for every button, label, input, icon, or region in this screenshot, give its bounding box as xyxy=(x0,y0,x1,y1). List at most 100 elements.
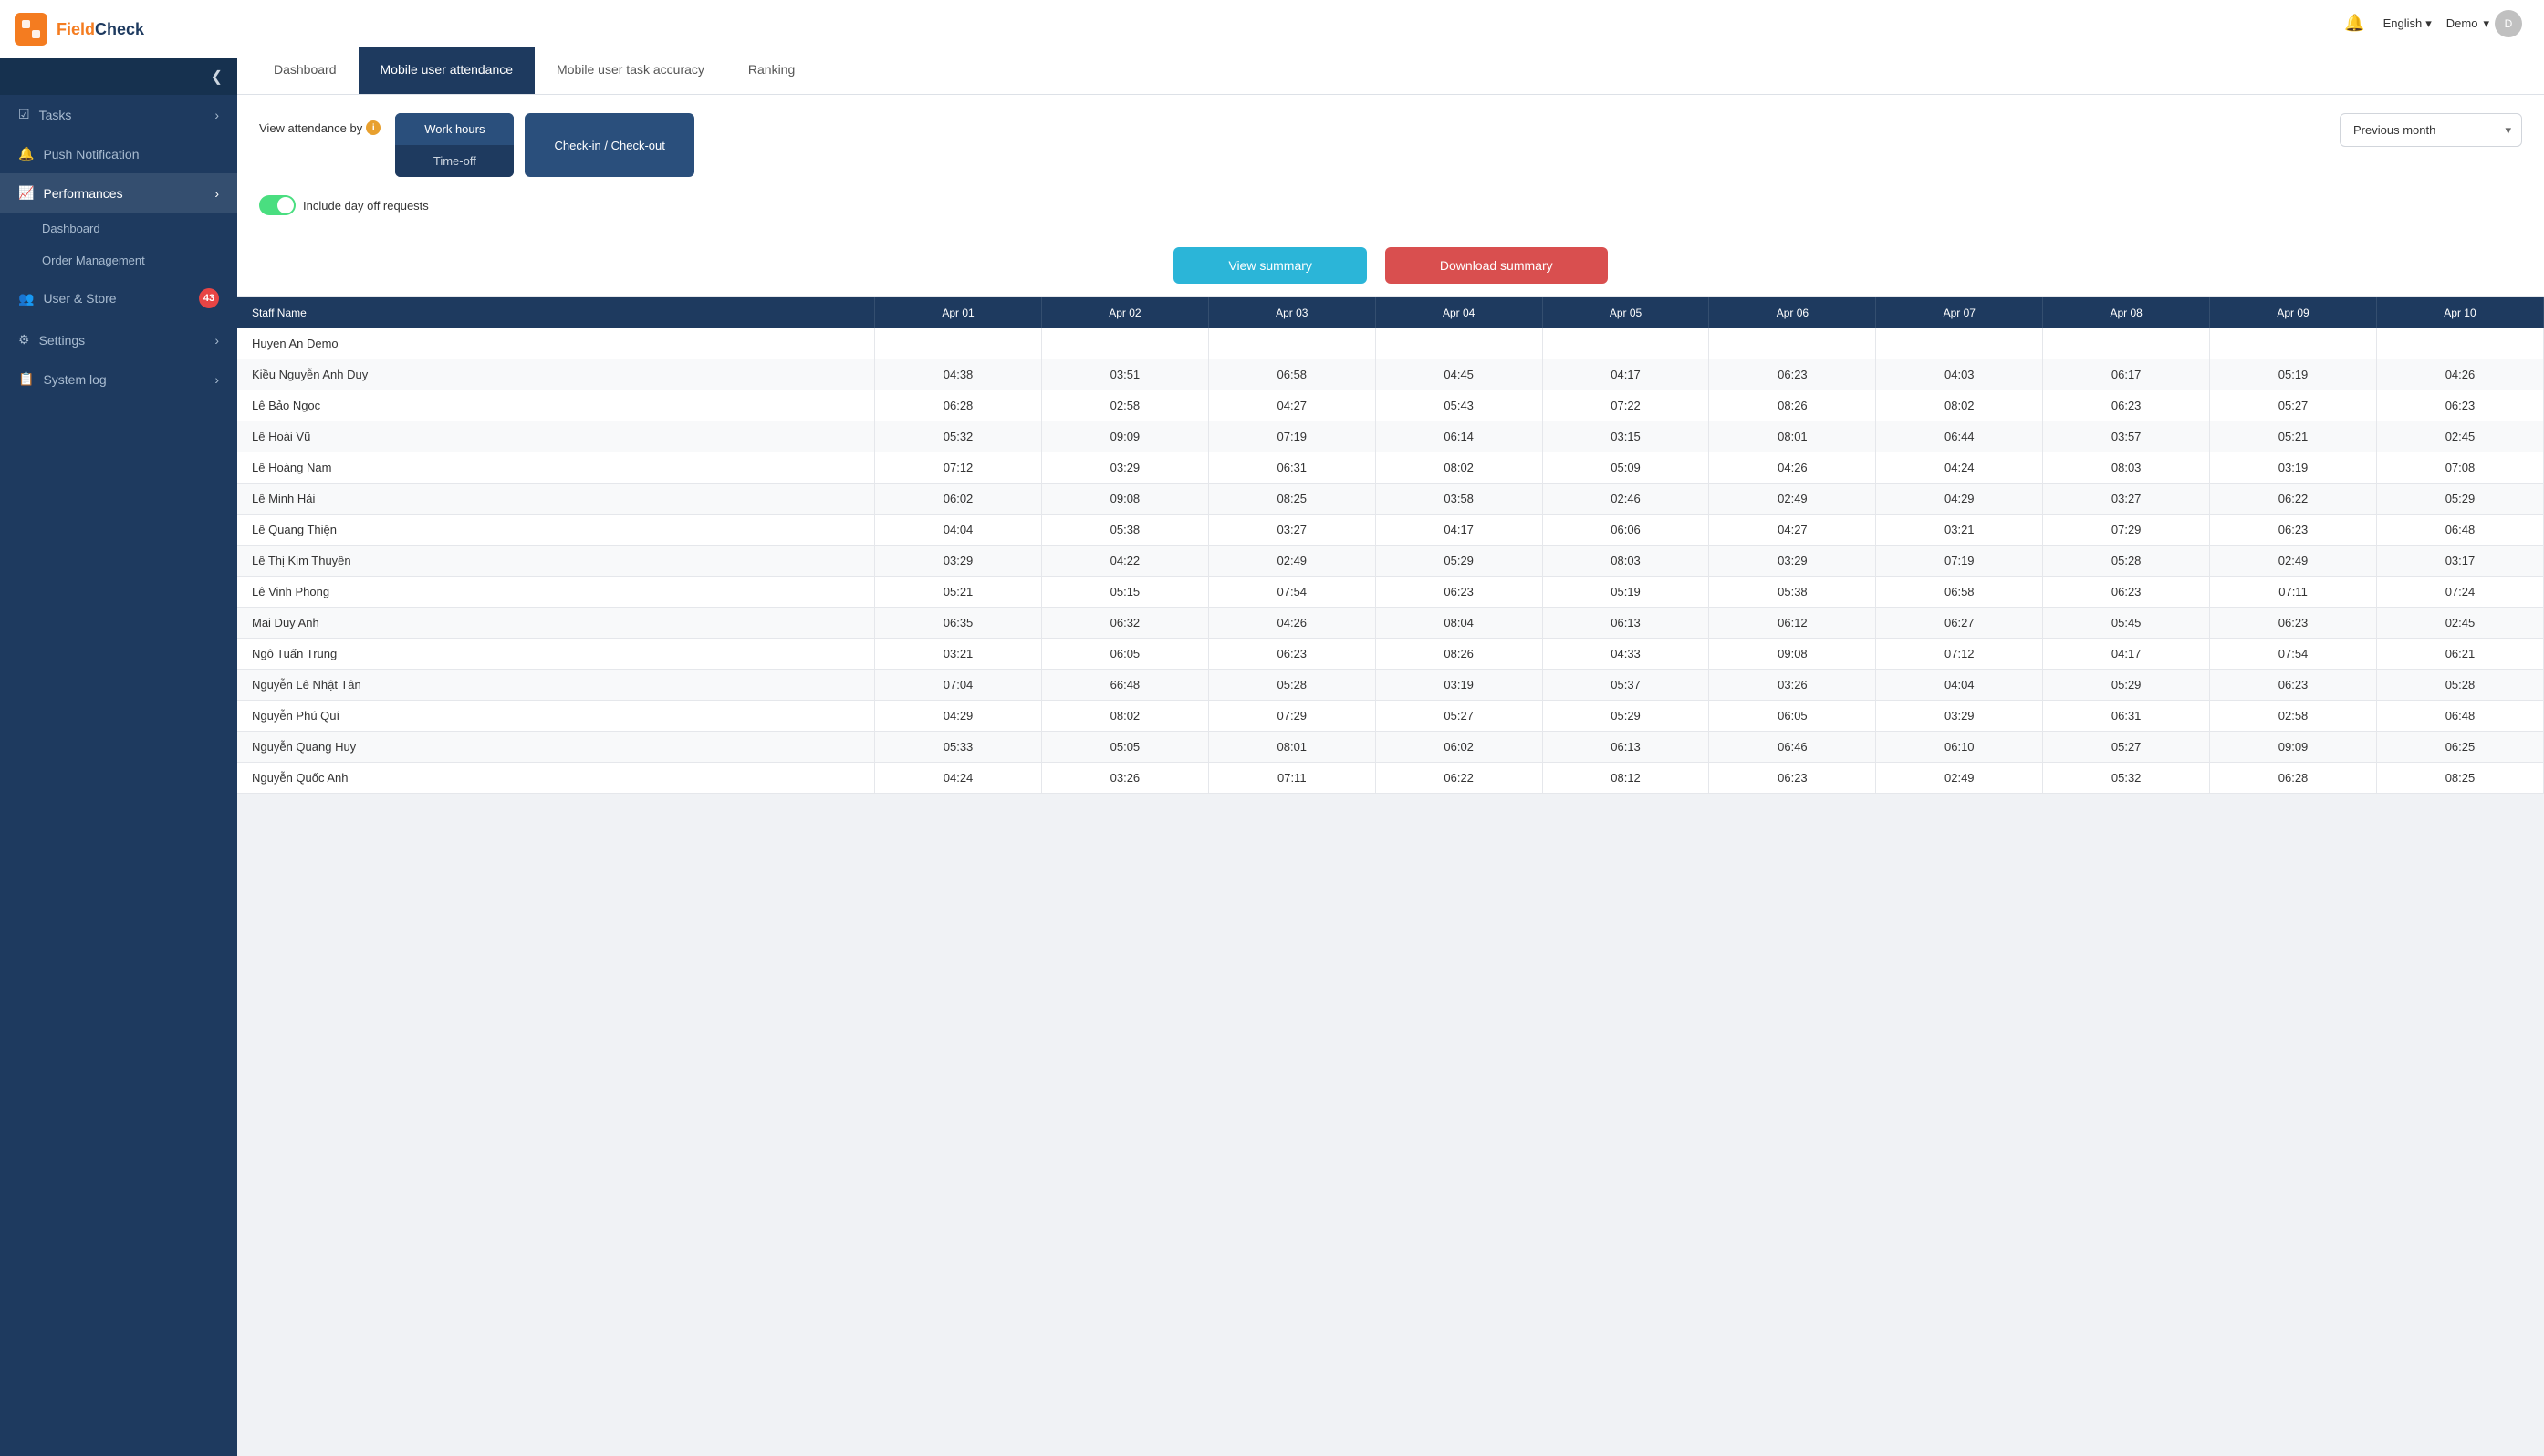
time-cell: 05:27 xyxy=(2210,390,2377,421)
time-cell: 06:23 xyxy=(2210,515,2377,546)
column-staff-name: Staff Name xyxy=(237,297,875,328)
tab-mobile-user-task-accuracy[interactable]: Mobile user task accuracy xyxy=(535,47,726,94)
time-cell: 04:03 xyxy=(1876,359,2043,390)
staff-name-cell: Mai Duy Anh xyxy=(237,608,875,639)
time-cell: 08:04 xyxy=(1375,608,1542,639)
column-date-apr-09: Apr 09 xyxy=(2210,297,2377,328)
sidebar-item-push-notification[interactable]: 🔔 Push Notification xyxy=(0,134,237,173)
sidebar-sub-item-order-management[interactable]: Order Management xyxy=(0,244,237,276)
period-select[interactable]: Previous monthThis monthLast 3 monthsCus… xyxy=(2340,113,2522,147)
sidebar-item-settings[interactable]: ⚙ Settings › xyxy=(0,320,237,359)
time-cell: 09:08 xyxy=(1041,484,1208,515)
time-cell: 03:21 xyxy=(875,639,1042,670)
time-cell: 06:05 xyxy=(1709,701,1876,732)
chevron-right-icon: › xyxy=(214,372,219,387)
table-row: Lê Minh Hải06:0209:0808:2503:5802:4602:4… xyxy=(237,484,2544,515)
topbar: 🔔 English ▾ Demo ▾ D xyxy=(237,0,2544,47)
time-off-button[interactable]: Time-off xyxy=(395,145,514,177)
time-cell: 08:03 xyxy=(1542,546,1709,577)
time-cell: 05:45 xyxy=(2043,608,2210,639)
sidebar-item-label: Push Notification xyxy=(43,147,139,161)
include-day-off-toggle: Include day off requests xyxy=(259,195,694,215)
sidebar-item-user-store[interactable]: 👥 User & Store 43 xyxy=(0,276,237,320)
time-cell: 05:27 xyxy=(2043,732,2210,763)
time-cell: 08:01 xyxy=(1709,421,1876,452)
time-cell: 07:29 xyxy=(2043,515,2210,546)
attendance-by-section: View attendance by i Work hours Time-off… xyxy=(259,113,694,177)
column-date-apr-05: Apr 05 xyxy=(1542,297,1709,328)
logo-area: FieldCheck xyxy=(0,0,237,58)
time-cell: 06:23 xyxy=(1709,359,1876,390)
sidebar-item-performances[interactable]: 📈 Performances › xyxy=(0,173,237,213)
time-cell: 04:26 xyxy=(1709,452,1876,484)
table-row: Lê Vinh Phong05:2105:1507:5406:2305:1905… xyxy=(237,577,2544,608)
time-cell: 04:29 xyxy=(875,701,1042,732)
staff-name-cell: Lê Quang Thiện xyxy=(237,515,875,546)
time-cell: 07:08 xyxy=(2376,452,2543,484)
time-cell: 03:51 xyxy=(1041,359,1208,390)
time-cell: 06:22 xyxy=(2210,484,2377,515)
time-cell: 07:24 xyxy=(2376,577,2543,608)
time-cell: 02:45 xyxy=(2376,608,2543,639)
page-content: Dashboard Mobile user attendance Mobile … xyxy=(237,47,2544,1456)
time-cell: 02:49 xyxy=(1208,546,1375,577)
time-cell: 03:27 xyxy=(2043,484,2210,515)
user-name: Demo xyxy=(2446,16,2478,30)
time-cell: 05:37 xyxy=(1542,670,1709,701)
time-cell: 07:54 xyxy=(2210,639,2377,670)
tab-mobile-user-attendance[interactable]: Mobile user attendance xyxy=(359,47,536,94)
time-cell: 06:10 xyxy=(1876,732,2043,763)
checkin-checkout-button[interactable]: Check-in / Check-out xyxy=(525,113,693,177)
download-summary-button[interactable]: Download summary xyxy=(1385,247,1608,284)
language-selector[interactable]: English ▾ xyxy=(2383,16,2432,31)
time-cell: 09:09 xyxy=(1041,421,1208,452)
table-body: Huyen An DemoKiều Nguyễn Anh Duy04:3803:… xyxy=(237,328,2544,794)
time-cell: 05:28 xyxy=(1208,670,1375,701)
time-cell: 06:22 xyxy=(1375,763,1542,794)
column-date-apr-03: Apr 03 xyxy=(1208,297,1375,328)
user-menu[interactable]: Demo ▾ D xyxy=(2446,10,2522,37)
time-cell: 02:49 xyxy=(1876,763,2043,794)
time-cell: 03:58 xyxy=(1375,484,1542,515)
time-cell: 06:02 xyxy=(1375,732,1542,763)
time-cell: 04:04 xyxy=(1876,670,2043,701)
tab-ranking[interactable]: Ranking xyxy=(726,47,817,94)
user-store-badge: 43 xyxy=(199,288,219,308)
sidebar-sub-item-dashboard[interactable]: Dashboard xyxy=(0,213,237,244)
time-cell xyxy=(1375,328,1542,359)
time-cell xyxy=(2043,328,2210,359)
sidebar-item-tasks[interactable]: ☑ Tasks › xyxy=(0,95,237,134)
time-cell xyxy=(2210,328,2377,359)
staff-name-cell: Lê Bảo Ngọc xyxy=(237,390,875,421)
time-cell: 05:32 xyxy=(875,421,1042,452)
time-cell: 07:54 xyxy=(1208,577,1375,608)
time-cell: 06:31 xyxy=(1208,452,1375,484)
sidebar-collapse-button[interactable]: ❮ xyxy=(0,58,237,95)
time-cell: 06:06 xyxy=(1542,515,1709,546)
time-cell: 04:17 xyxy=(1542,359,1709,390)
sidebar-item-label: Tasks xyxy=(39,108,72,122)
work-hours-button[interactable]: Work hours xyxy=(395,113,514,145)
time-cell: 08:02 xyxy=(1041,701,1208,732)
table-row: Nguyễn Lê Nhật Tân07:0466:4805:2803:1905… xyxy=(237,670,2544,701)
app-name: FieldCheck xyxy=(57,20,144,39)
time-cell: 04:24 xyxy=(875,763,1042,794)
time-cell: 04:26 xyxy=(2376,359,2543,390)
sidebar-item-label: System log xyxy=(43,372,106,387)
tab-dashboard[interactable]: Dashboard xyxy=(252,47,359,94)
time-cell xyxy=(1876,328,2043,359)
staff-name-cell: Lê Hoài Vũ xyxy=(237,421,875,452)
day-off-toggle-switch[interactable] xyxy=(259,195,296,215)
view-summary-button[interactable]: View summary xyxy=(1173,247,1367,284)
time-cell: 02:49 xyxy=(2210,546,2377,577)
table-row: Huyen An Demo xyxy=(237,328,2544,359)
sidebar-item-system-log[interactable]: 📋 System log › xyxy=(0,359,237,399)
language-label: English xyxy=(2383,16,2423,30)
time-cell: 06:13 xyxy=(1542,732,1709,763)
logo-icon xyxy=(15,13,47,46)
time-cell: 03:57 xyxy=(2043,421,2210,452)
time-cell: 02:46 xyxy=(1542,484,1709,515)
time-cell: 06:27 xyxy=(1876,608,2043,639)
notification-bell-button[interactable]: 🔔 xyxy=(2341,10,2368,36)
settings-icon: ⚙ xyxy=(18,332,30,348)
